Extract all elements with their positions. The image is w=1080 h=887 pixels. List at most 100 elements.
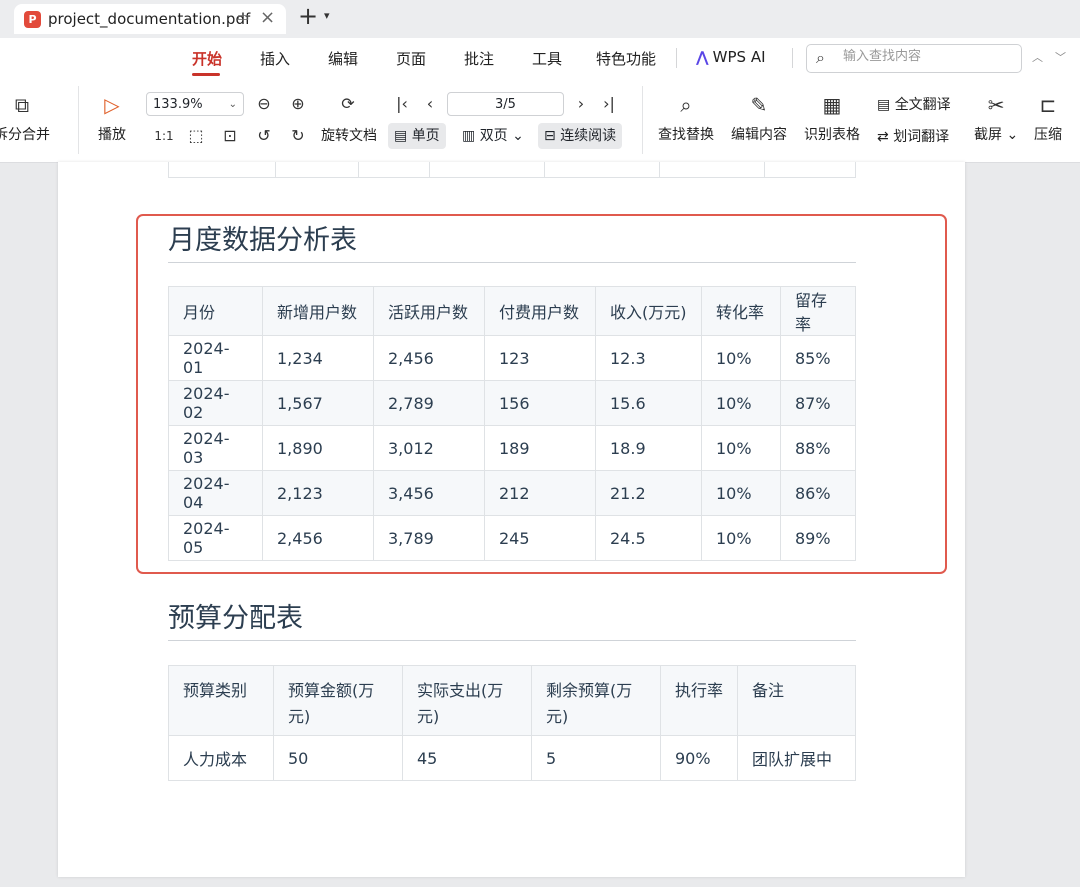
table-header-cell: 预算金额(万元) xyxy=(273,665,403,736)
screenshot-label: 截屏 ⌄ xyxy=(974,127,1019,143)
menu-home[interactable]: 开始 xyxy=(192,48,222,69)
find-replace-label: 查找替换 xyxy=(658,127,714,143)
page-number-input[interactable]: 3/5 xyxy=(447,92,564,116)
table-header-row: 预算类别 预算金额(万元) 实际支出(万元) 剩余预算(万元) 执行率 备注 xyxy=(168,665,856,736)
document-tab[interactable]: P project_documentation.pdf ▭ × xyxy=(14,4,286,34)
search-icon: ⌕ xyxy=(816,48,825,67)
table-cell: 15.6 xyxy=(595,380,702,426)
table-header-cell: 收入(万元) xyxy=(595,286,702,336)
word-translate-label: 划词翻译 xyxy=(893,129,950,145)
table-cell: 3,456 xyxy=(373,470,485,516)
rotate-right-icon[interactable]: ↻ xyxy=(288,126,308,146)
word-translate-icon: ⇄ xyxy=(877,129,894,145)
chevron-down-icon[interactable]: ▾ xyxy=(324,9,330,22)
edit-icon: ✎ xyxy=(750,93,768,117)
double-page-label: 双页 xyxy=(479,128,508,144)
compress-label: 压缩 xyxy=(1034,127,1062,143)
search-box[interactable]: ⌕ xyxy=(806,44,1022,73)
tab-title: project_documentation.pdf xyxy=(48,10,251,28)
monitor-icon[interactable]: ▭ xyxy=(237,10,249,25)
split-merge-label: 拆分合并 xyxy=(0,127,50,143)
table-cell: 50 xyxy=(273,735,403,781)
table-cell: 90% xyxy=(660,735,738,781)
table-cell: 2024-02 xyxy=(168,380,263,426)
scissors-icon: ✂ xyxy=(987,93,1005,117)
menu-divider xyxy=(676,48,677,68)
word-translate-button[interactable]: ⇄ 划词翻译 xyxy=(877,126,949,146)
previous-table-fragment xyxy=(168,162,856,178)
fit-page-icon[interactable]: ⬚ xyxy=(186,126,206,146)
actual-size-icon[interactable]: 1:1 xyxy=(154,126,174,146)
table-row: 2024-03 1,890 3,012 189 18.9 10% 88% xyxy=(168,425,856,471)
single-page-icon: ▤ xyxy=(394,128,412,144)
table-header-row: 月份 新增用户数 活跃用户数 付费用户数 收入(万元) 转化率 留存率 xyxy=(168,286,856,336)
split-merge-icon: ⧉ xyxy=(14,93,30,117)
single-page-button[interactable]: ▤ 单页 xyxy=(388,123,446,149)
table-cell: 2024-05 xyxy=(168,515,263,561)
document-page: 月度数据分析表 月份 新增用户数 活跃用户数 付费用户数 收入(万元) 转化率 … xyxy=(58,162,965,877)
table-cell: 10% xyxy=(701,515,781,561)
table-row: 2024-02 1,567 2,789 156 15.6 10% 87% xyxy=(168,380,856,426)
zoom-out-icon[interactable]: ⊖ xyxy=(254,94,274,114)
fit-width-icon[interactable]: ⊡ xyxy=(220,126,240,146)
double-page-icon: ▥ xyxy=(462,128,480,144)
table-cell: 10% xyxy=(701,335,781,381)
compress-button[interactable]: ⊏ 压缩 xyxy=(1034,92,1062,144)
rotate-document-button[interactable]: 旋转文档 xyxy=(321,125,377,145)
table-cell: 123 xyxy=(484,335,596,381)
menu-features[interactable]: 特色功能 xyxy=(596,48,656,69)
table-header-cell: 新增用户数 xyxy=(262,286,374,336)
monthly-table-title: 月度数据分析表 xyxy=(168,225,357,256)
close-icon[interactable]: × xyxy=(260,7,275,28)
full-translate-button[interactable]: ▤ 全文翻译 xyxy=(877,94,951,114)
zoom-value: 133.9% xyxy=(153,97,203,112)
menu-tools[interactable]: 工具 xyxy=(532,48,562,69)
double-page-button[interactable]: ▥ 双页 ⌄ xyxy=(456,123,530,149)
table-row: 2024-01 1,234 2,456 123 12.3 10% 85% xyxy=(168,335,856,381)
zoom-in-icon[interactable]: ⊕ xyxy=(288,94,308,114)
search-input[interactable] xyxy=(841,48,1015,65)
table-row: 2024-04 2,123 3,456 212 21.2 10% 86% xyxy=(168,470,856,516)
play-icon: ▷ xyxy=(104,93,120,117)
continuous-read-button[interactable]: ⊟ 连续阅读 xyxy=(538,123,623,149)
single-page-label: 单页 xyxy=(411,128,440,144)
wps-ai-label: WPS AI xyxy=(712,48,766,66)
collapse-chevron-icons[interactable]: ︿﹀ xyxy=(1032,49,1078,65)
play-label: 播放 xyxy=(98,127,126,143)
edit-content-button[interactable]: ✎ 编辑内容 xyxy=(731,92,787,144)
table-header-cell: 月份 xyxy=(168,286,263,336)
menu-annotate[interactable]: 批注 xyxy=(464,48,494,69)
table-cell: 1,567 xyxy=(262,380,374,426)
table-header-cell: 实际支出(万元) xyxy=(402,665,532,736)
table-header-cell: 活跃用户数 xyxy=(373,286,485,336)
budget-table-title: 预算分配表 xyxy=(168,603,303,634)
zoom-select[interactable]: 133.9% ⌄ xyxy=(146,92,244,116)
find-replace-button[interactable]: ⌕ 查找替换 xyxy=(658,92,714,144)
heading-rule xyxy=(168,262,856,263)
new-tab-icon[interactable]: + xyxy=(298,2,318,30)
rotate-left-icon[interactable]: ↺ xyxy=(254,126,274,146)
table-cell: 2024-04 xyxy=(168,470,263,516)
recognize-table-button[interactable]: ▦ 识别表格 xyxy=(804,92,860,144)
menu-edit[interactable]: 编辑 xyxy=(328,48,358,69)
wps-ai-button[interactable]: ⋀ WPS AI xyxy=(696,48,766,66)
next-page-icon[interactable]: › xyxy=(571,94,591,114)
table-icon: ▦ xyxy=(822,93,842,117)
pdf-app-icon: P xyxy=(24,11,41,28)
menu-insert[interactable]: 插入 xyxy=(260,48,290,69)
split-merge-button[interactable]: ⧉ 拆分合并 xyxy=(0,92,50,144)
rotate-document-icon[interactable]: ⟳ xyxy=(338,94,358,114)
play-button[interactable]: ▷ 播放 xyxy=(98,92,126,144)
last-page-icon[interactable]: ›| xyxy=(599,94,619,114)
previous-page-icon[interactable]: ‹ xyxy=(420,94,440,114)
screenshot-button[interactable]: ✂ 截屏 ⌄ xyxy=(974,92,1018,144)
search-icon: ⌕ xyxy=(680,93,692,117)
menu-page[interactable]: 页面 xyxy=(396,48,426,69)
table-cell: 156 xyxy=(484,380,596,426)
table-header-cell: 预算类别 xyxy=(168,665,274,736)
table-cell: 212 xyxy=(484,470,596,516)
table-header-cell: 留存率 xyxy=(780,286,856,336)
menu-bar: 开始 插入 编辑 页面 批注 工具 特色功能 ⋀WPS AI ⌕ ︿﹀ xyxy=(0,38,1080,81)
first-page-icon[interactable]: |‹ xyxy=(392,94,412,114)
table-cell: 24.5 xyxy=(595,515,702,561)
